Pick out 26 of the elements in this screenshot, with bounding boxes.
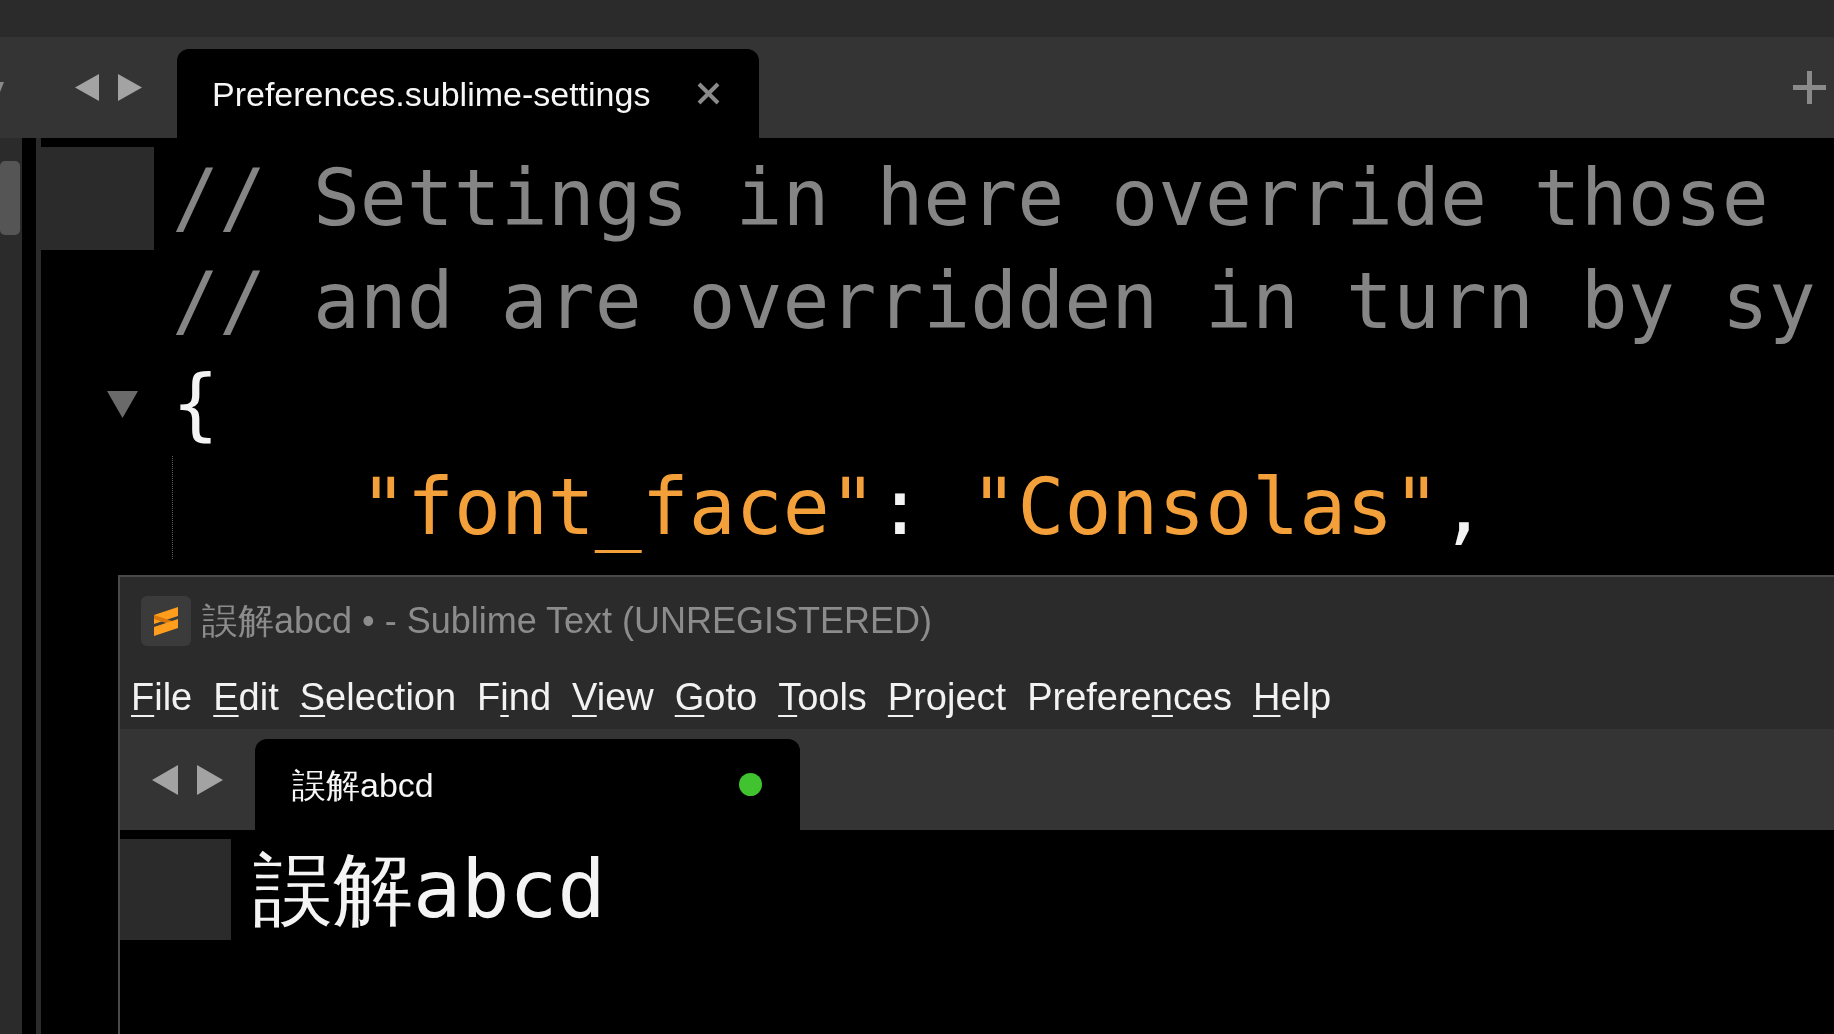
- menu-item[interactable]: Find: [477, 677, 552, 716]
- tab[interactable]: 誤解abcd: [255, 739, 800, 830]
- code-line: 誤解abcd: [253, 842, 606, 938]
- right-arrow-icon[interactable]: [197, 764, 223, 795]
- logo-icon: [141, 595, 191, 646]
- right-arrow-icon[interactable]: [118, 74, 142, 101]
- menu-item[interactable]: Goto: [674, 677, 758, 716]
- menu-item[interactable]: Selection: [299, 677, 457, 716]
- plus-icon[interactable]: [1793, 71, 1826, 104]
- scrollbar-thumb[interactable]: [0, 161, 20, 235]
- tab[interactable]: Preferences.sublime-settings: [177, 49, 759, 138]
- code-line: {: [172, 358, 219, 451]
- window-title: 誤解abcd • - Sublime Text (UNREGISTERED): [202, 602, 933, 639]
- left-arrow-icon[interactable]: [75, 74, 99, 101]
- caret-icon[interactable]: [0, 81, 4, 94]
- menu-item[interactable]: Project: [887, 677, 1007, 716]
- code-line: // Settings in here override those: [172, 152, 1769, 245]
- code-line: "font_face": "Consolas",: [360, 461, 1488, 555]
- left-arrow-icon[interactable]: [152, 764, 178, 795]
- close-icon[interactable]: [697, 82, 720, 105]
- code-line: // and are overridden in turn by sy: [172, 255, 1816, 348]
- menu-item[interactable]: Edit: [213, 677, 279, 716]
- menu-item[interactable]: Help: [1253, 677, 1332, 716]
- menu-item[interactable]: Preferences: [1027, 677, 1233, 716]
- menu-item[interactable]: View: [572, 677, 654, 716]
- menu-item[interactable]: Tools: [778, 677, 867, 716]
